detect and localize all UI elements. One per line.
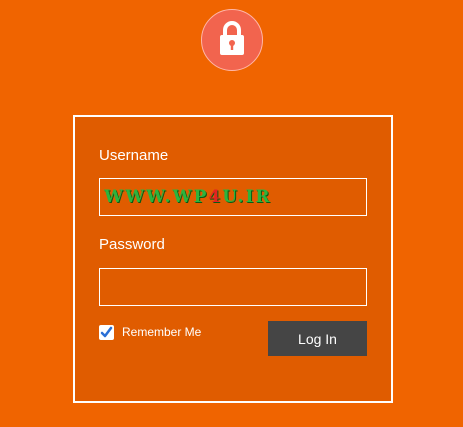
remember-me[interactable]: Remember Me <box>99 323 201 341</box>
password-field[interactable] <box>99 268 367 306</box>
lock-logo <box>201 9 263 71</box>
remember-me-label: Remember Me <box>122 325 202 339</box>
password-label: Password <box>99 236 165 253</box>
remember-me-checkbox[interactable] <box>99 324 114 340</box>
username-field[interactable] <box>99 178 367 216</box>
checkmark-icon <box>100 326 113 337</box>
login-button[interactable]: Log In <box>268 321 367 356</box>
username-label: Username <box>99 147 169 164</box>
lock-icon <box>220 21 244 55</box>
login-panel: Username WWW.WP4U.IR Password Remember M… <box>73 115 393 403</box>
